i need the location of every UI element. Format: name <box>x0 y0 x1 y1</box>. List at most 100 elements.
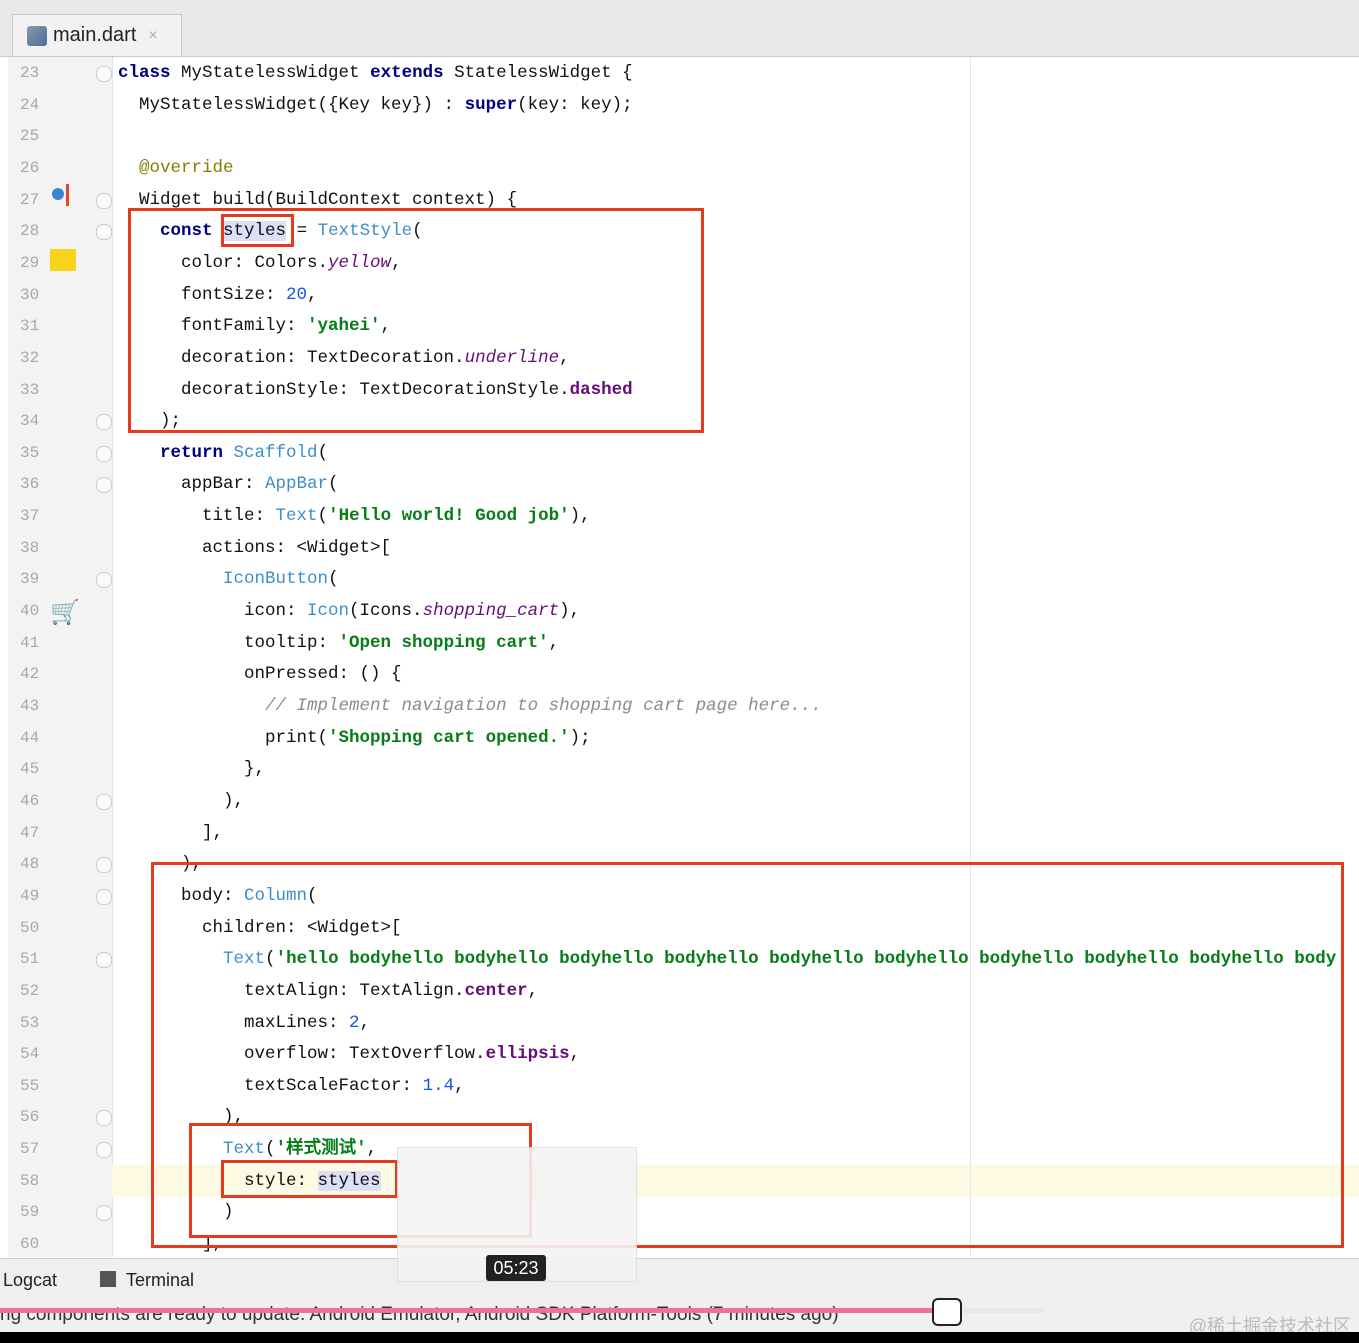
line-number: 26 <box>20 158 40 177</box>
video-progress-bar[interactable] <box>0 1308 945 1313</box>
video-timestamp: 05:23 <box>486 1255 546 1281</box>
code-token: }, <box>118 759 266 780</box>
line-code: print('Shopping cart opened.'); <box>118 722 591 754</box>
line-number: 51 <box>20 950 40 969</box>
override-marker-icon[interactable] <box>52 188 64 200</box>
terminal-tab[interactable]: Terminal <box>126 1270 194 1291</box>
code-line[interactable]: 38 actions: <Widget>[ <box>0 532 1359 564</box>
line-code: // Implement navigation to shopping cart… <box>118 690 822 722</box>
line-number: 53 <box>20 1013 40 1032</box>
fold-toggle-icon[interactable] <box>96 857 112 874</box>
line-number: 59 <box>20 1203 40 1222</box>
code-token: MyStatelessWidget <box>170 63 371 83</box>
override-arrow-icon <box>66 184 69 206</box>
line-number: 29 <box>20 253 40 272</box>
code-token: IconButton <box>223 569 329 590</box>
code-token: ], <box>118 822 224 843</box>
line-number: 56 <box>20 1108 40 1127</box>
line-number: 46 <box>20 791 40 810</box>
line-code: class MyStatelessWidget extends Stateles… <box>118 57 633 89</box>
code-token: @override <box>139 157 234 178</box>
shopping-cart-icon: 🛒 <box>50 599 80 626</box>
line-number: 27 <box>20 190 40 209</box>
code-line[interactable]: 43 // Implement navigation to shopping c… <box>0 690 1359 722</box>
code-line[interactable]: 25 <box>0 120 1359 152</box>
code-token: extends <box>370 63 444 83</box>
progress-handle-icon[interactable] <box>932 1298 962 1326</box>
fold-toggle-icon[interactable] <box>96 1110 112 1127</box>
line-code: MyStatelessWidget({Key key}) : super(key… <box>118 89 633 121</box>
code-line[interactable]: 44 print('Shopping cart opened.'); <box>0 722 1359 754</box>
yellow-color-swatch-icon[interactable] <box>50 249 76 271</box>
code-token: title: <box>118 506 276 527</box>
code-line[interactable]: 36 appBar: AppBar( <box>0 468 1359 500</box>
line-number: 39 <box>20 570 40 589</box>
code-token: 'Shopping cart opened.' <box>328 727 570 748</box>
code-line[interactable]: 39 IconButton( <box>0 563 1359 595</box>
fold-toggle-icon[interactable] <box>96 445 112 462</box>
code-token: actions: <Widget>[ <box>118 537 392 558</box>
code-token: icon: <box>118 601 308 622</box>
code-line[interactable]: 35 return Scaffold( <box>0 437 1359 469</box>
fold-toggle-icon[interactable] <box>96 888 112 905</box>
line-number: 28 <box>20 222 40 241</box>
close-tab-icon[interactable]: × <box>148 27 157 45</box>
fold-toggle-icon[interactable] <box>96 477 112 494</box>
line-code: }, <box>118 753 265 785</box>
fold-toggle-icon[interactable] <box>96 224 112 241</box>
line-code: return Scaffold( <box>118 437 328 469</box>
code-line[interactable]: 37 title: Text('Hello world! Good job'), <box>0 500 1359 532</box>
fold-toggle-icon[interactable] <box>96 793 112 810</box>
code-token: ( <box>328 569 339 590</box>
line-number: 30 <box>20 285 40 304</box>
line-number: 35 <box>20 443 40 462</box>
line-number: 48 <box>20 855 40 874</box>
line-number: 60 <box>20 1235 40 1254</box>
code-line[interactable]: 41 tooltip: 'Open shopping cart', <box>0 627 1359 659</box>
line-number: 34 <box>20 412 40 431</box>
line-code: title: Text('Hello world! Good job'), <box>118 500 591 532</box>
line-number: 50 <box>20 918 40 937</box>
code-line[interactable]: 26 @override <box>0 152 1359 184</box>
line-number: 31 <box>20 317 40 336</box>
fold-toggle-icon[interactable] <box>96 572 112 589</box>
line-code: icon: Icon(Icons.shopping_cart), <box>118 595 580 627</box>
code-token: tooltip: <box>118 632 339 653</box>
logcat-tab[interactable]: Logcat <box>3 1270 57 1291</box>
code-token: Text <box>275 506 318 527</box>
line-code: tooltip: 'Open shopping cart', <box>118 627 559 659</box>
code-line[interactable]: 45 }, <box>0 753 1359 785</box>
fold-toggle-icon[interactable] <box>96 1142 112 1159</box>
fold-toggle-icon[interactable] <box>96 414 112 431</box>
line-number: 24 <box>20 95 40 114</box>
code-token: // Implement navigation to shopping cart… <box>265 696 822 716</box>
code-line[interactable]: 24 MyStatelessWidget({Key key}) : super(… <box>0 89 1359 121</box>
tab-main-dart[interactable]: main.dart × <box>12 14 182 56</box>
code-token: ), <box>118 790 245 811</box>
code-token: Widget build(BuildContext context) { <box>118 189 518 210</box>
code-token: MyStatelessWidget({Key key}) : <box>118 94 465 115</box>
annotation-box-textstyle <box>128 208 704 433</box>
line-number: 36 <box>20 475 40 494</box>
line-code: IconButton( <box>118 563 339 595</box>
line-number: 58 <box>20 1171 40 1190</box>
line-number: 42 <box>20 665 40 684</box>
code-line[interactable]: 23 class MyStatelessWidget extends Statel… <box>0 57 1359 89</box>
line-number: 25 <box>20 127 40 146</box>
status-bar: ng components are ready to update: Andro… <box>0 1300 1359 1332</box>
code-token: ( <box>317 506 329 527</box>
fold-toggle-icon[interactable] <box>96 192 112 209</box>
code-line[interactable]: 40 icon: Icon(Icons.shopping_cart), <box>0 595 1359 627</box>
code-line[interactable]: 46 ), <box>0 785 1359 817</box>
fold-toggle-icon[interactable] <box>96 952 112 969</box>
fold-toggle-icon[interactable] <box>96 66 112 82</box>
code-line[interactable]: 42 onPressed: () { <box>0 658 1359 690</box>
fold-toggle-icon[interactable] <box>96 1205 112 1222</box>
code-line[interactable]: 47 ], <box>0 817 1359 849</box>
line-code: onPressed: () { <box>118 658 402 690</box>
tool-window-bar: Logcat Terminal <box>0 1258 1359 1301</box>
